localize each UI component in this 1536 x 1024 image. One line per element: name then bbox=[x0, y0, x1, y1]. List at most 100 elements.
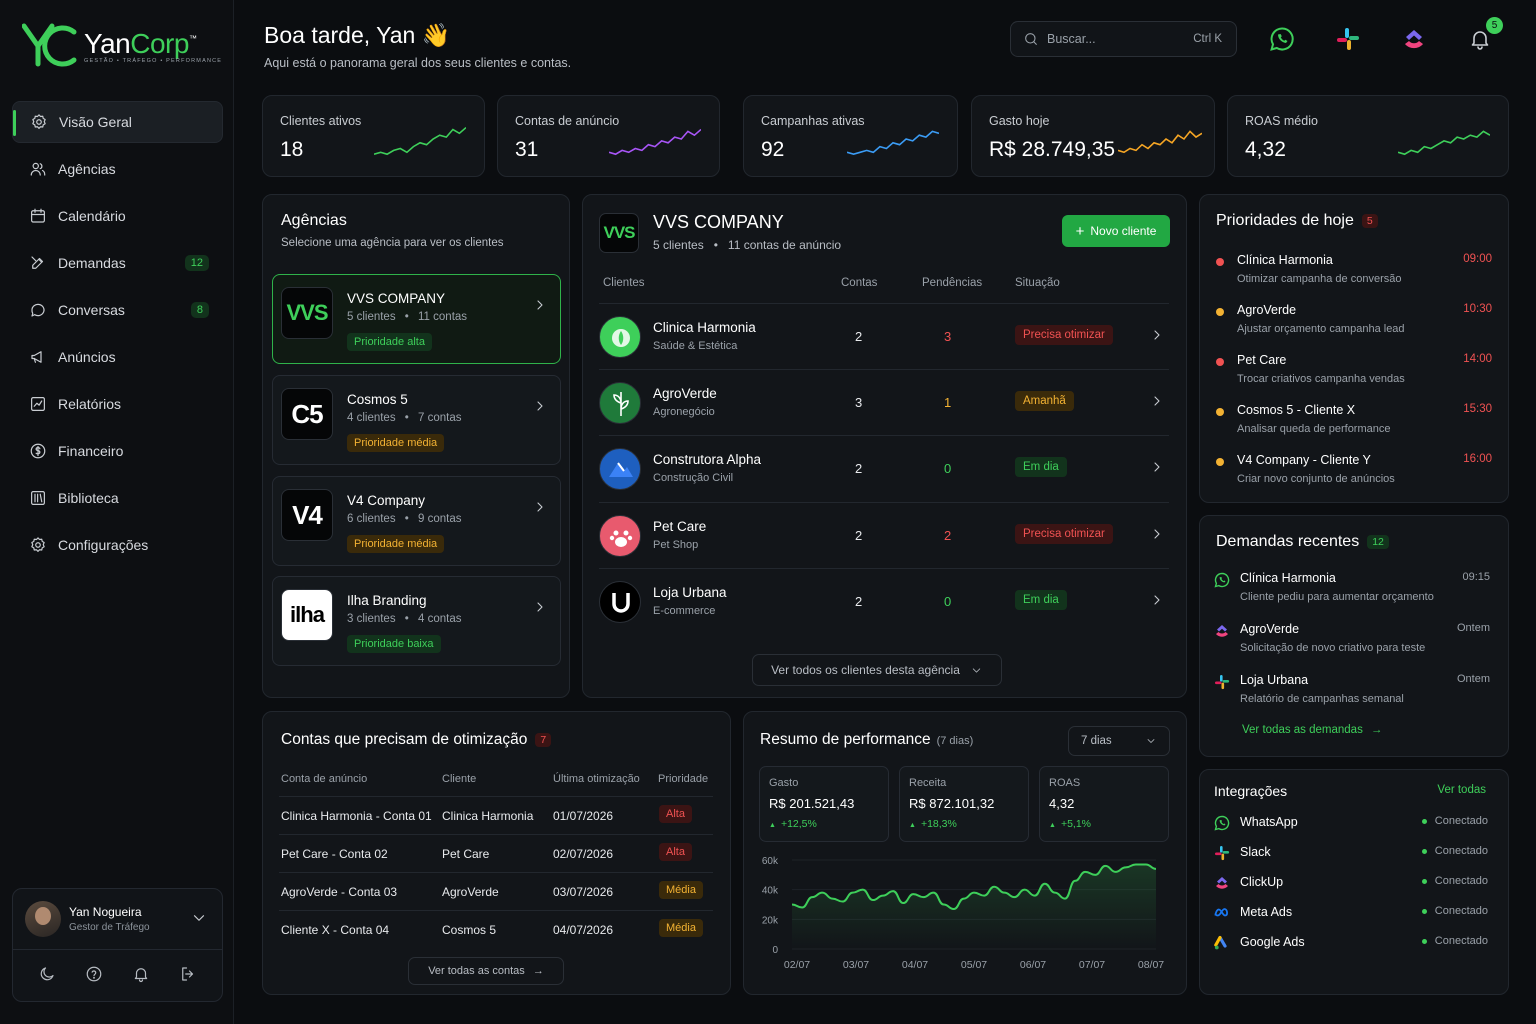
priority-item[interactable]: V4 Company - Cliente Y Criar novo conjunt… bbox=[1216, 453, 1492, 493]
chevron-right-icon[interactable] bbox=[1149, 393, 1165, 409]
integration-status: Conectado bbox=[1422, 845, 1488, 857]
avatar[interactable] bbox=[25, 901, 61, 937]
table-row[interactable]: Pet Care Pet Shop 2 2 Precisa otimizar bbox=[599, 502, 1169, 568]
clickup-icon bbox=[1216, 625, 1228, 637]
search-input[interactable] bbox=[1047, 32, 1177, 46]
kpi-card[interactable]: Gasto hoje R$ 28.749,35 bbox=[971, 95, 1215, 177]
agency-accounts-count: 11 contas de anúncio bbox=[727, 238, 842, 252]
demand-item[interactable]: Loja Urbana Relatório de campanhas semana… bbox=[1214, 672, 1490, 712]
integration-item[interactable]: Google Ads Conectado bbox=[1214, 933, 1490, 953]
sidebar-item-2[interactable]: Calendário bbox=[12, 195, 223, 237]
chevron-right-icon[interactable] bbox=[1149, 459, 1165, 475]
priority-badge: Prioridade média bbox=[347, 434, 445, 452]
agency-card[interactable]: VVS VVS COMPANY 5 clientes • 11 contas Prio… bbox=[272, 274, 561, 364]
bell-icon[interactable] bbox=[132, 965, 150, 983]
metric-card: ROAS 4,32 ▲ +5,1% bbox=[1039, 766, 1169, 842]
client-pending: 2 bbox=[944, 528, 952, 543]
sidebar-badge: 12 bbox=[184, 255, 209, 271]
agency-clients: 5 clientes bbox=[347, 311, 396, 323]
agency-clients: 4 clientes bbox=[347, 412, 396, 424]
y-tick-label: 40k bbox=[762, 886, 779, 897]
chevron-right-icon[interactable] bbox=[1149, 526, 1165, 542]
sidebar-item-0[interactable]: Visão Geral bbox=[12, 101, 223, 143]
moon-icon[interactable] bbox=[38, 965, 56, 983]
agencies-title: Agências bbox=[281, 212, 347, 229]
kpi-card[interactable]: Campanhas ativas 92 bbox=[743, 95, 958, 177]
view-all-clients-button[interactable]: Ver todos os clientes desta agência bbox=[752, 654, 1002, 686]
agency-card[interactable]: ilha Ilha Branding 3 clientes • 4 contas Pr… bbox=[272, 576, 561, 666]
table-row[interactable]: AgroVerde Agronegócio 3 1 Amanhã bbox=[599, 369, 1169, 435]
priority-desc: Trocar criativos campanha vendas bbox=[1237, 373, 1405, 385]
agency-card[interactable]: C5 Cosmos 5 4 clientes • 7 contas Prioridad… bbox=[272, 375, 561, 465]
search-box[interactable]: Ctrl K bbox=[1010, 21, 1237, 57]
table-row[interactable]: Construtora Alpha Construção Civil 2 0 Em di… bbox=[599, 435, 1169, 501]
logout-icon[interactable] bbox=[179, 965, 197, 983]
agency-name: V4 Company bbox=[347, 493, 426, 508]
table-row[interactable]: AgroVerde - Conta 03 AgroVerde 03/07/2026 M… bbox=[279, 872, 713, 910]
metric-label: ROAS bbox=[1049, 777, 1081, 789]
sidebar-item-1[interactable]: Agências bbox=[12, 148, 223, 190]
megaphone-icon bbox=[28, 348, 48, 366]
chevron-down-icon[interactable] bbox=[190, 909, 208, 927]
kpi-card[interactable]: Contas de anúncio 31 bbox=[497, 95, 720, 177]
chevron-right-icon[interactable] bbox=[1149, 327, 1165, 343]
whatsapp-icon[interactable] bbox=[1269, 26, 1295, 52]
priority-item[interactable]: Clínica Harmonia Otimizar campanha de con… bbox=[1216, 253, 1492, 293]
kpi-card[interactable]: Clientes ativos 18 bbox=[262, 95, 485, 177]
sidebar-item-3[interactable]: Demandas 12 bbox=[12, 242, 223, 284]
demand-item[interactable]: Clínica Harmonia Cliente pediu para aumen… bbox=[1214, 570, 1490, 610]
dollar-icon bbox=[28, 442, 48, 460]
view-all-accounts-button[interactable]: Ver todas as contas → bbox=[408, 957, 564, 985]
col-accounts: Contas bbox=[841, 277, 878, 289]
agency-card[interactable]: V4 V4 Company 6 clientes • 9 contas Priorid… bbox=[272, 476, 561, 566]
table-row[interactable]: Loja Urbana E-commerce 2 0 Em dia bbox=[599, 568, 1169, 634]
chevron-right-icon[interactable] bbox=[1149, 592, 1165, 608]
priority-dot bbox=[1216, 458, 1224, 466]
table-row[interactable]: Pet Care - Conta 02 Pet Care 02/07/2026 Alt… bbox=[279, 834, 713, 872]
table-row[interactable]: Clinica Harmonia Saúde & Estética 2 3 Precis… bbox=[599, 303, 1169, 369]
logo[interactable]: YanCorp™ GESTÃO • TRÁFEGO • PERFORMANCE bbox=[22, 22, 222, 70]
priority-time: 16:00 bbox=[1463, 453, 1492, 465]
agency-title: VVS COMPANY bbox=[653, 212, 784, 232]
table-row[interactable]: Clinica Harmonia - Conta 01 Clinica Harmo… bbox=[279, 796, 713, 834]
integration-item[interactable]: Slack Conectado bbox=[1214, 843, 1490, 863]
integrations-view-all-link[interactable]: Ver todas bbox=[1437, 784, 1486, 796]
clickup-icon[interactable] bbox=[1401, 26, 1427, 52]
x-tick-label: 03/07 bbox=[843, 959, 869, 971]
client-accounts: 2 bbox=[855, 329, 863, 344]
priority-item[interactable]: AgroVerde Ajustar orçamento campanha lead… bbox=[1216, 303, 1492, 343]
account-name: Pet Care - Conta 02 bbox=[281, 847, 388, 861]
sidebar-item-4[interactable]: Conversas 8 bbox=[12, 289, 223, 331]
kpi-value: 18 bbox=[280, 138, 304, 161]
help-icon[interactable] bbox=[85, 965, 103, 983]
integration-item[interactable]: ClickUp Conectado bbox=[1214, 873, 1490, 893]
integration-item[interactable]: WhatsApp Conectado bbox=[1214, 813, 1490, 833]
priority-item[interactable]: Cosmos 5 - Cliente X Analisar queda de pe… bbox=[1216, 403, 1492, 443]
integration-item[interactable]: Meta Ads Conectado bbox=[1214, 903, 1490, 923]
new-client-button[interactable]: + Novo cliente bbox=[1062, 215, 1170, 247]
priority-item[interactable]: Pet Care Trocar criativos campanha vendas… bbox=[1216, 353, 1492, 393]
period-select[interactable]: 7 dias bbox=[1068, 726, 1170, 756]
slack-icon[interactable] bbox=[1335, 26, 1361, 52]
x-tick-label: 06/07 bbox=[1020, 959, 1046, 971]
kpi-sparkline bbox=[1398, 130, 1490, 156]
account-date: 03/07/2026 bbox=[553, 885, 614, 899]
kpi-card[interactable]: ROAS médio 4,32 bbox=[1227, 95, 1509, 177]
metric-label: Receita bbox=[909, 777, 947, 789]
sidebar-item-8[interactable]: Biblioteca bbox=[12, 477, 223, 519]
priority-dot bbox=[1216, 358, 1224, 366]
sidebar-item-7[interactable]: Financeiro bbox=[12, 430, 223, 472]
integration-status: Conectado bbox=[1422, 815, 1488, 827]
kpi-label: Gasto hoje bbox=[989, 114, 1050, 128]
agency-logo: C5 bbox=[281, 388, 333, 440]
sidebar-item-6[interactable]: Relatórios bbox=[12, 383, 223, 425]
view-all-demands-link[interactable]: Ver todas as demandas → bbox=[1242, 724, 1382, 736]
demand-item[interactable]: AgroVerde Solicitação de novo criativo pa… bbox=[1214, 621, 1490, 661]
metric-card: Gasto R$ 201.521,43 ▲ +12,5% bbox=[759, 766, 889, 842]
agency-logo: ilha bbox=[281, 589, 333, 641]
agency-name: Cosmos 5 bbox=[347, 392, 408, 407]
sidebar-item-9[interactable]: Configurações bbox=[12, 524, 223, 566]
sidebar-item-5[interactable]: Anúncios bbox=[12, 336, 223, 378]
sidebar-item-label: Anúncios bbox=[58, 349, 116, 365]
table-row[interactable]: Cliente X - Conta 04 Cosmos 5 04/07/2026 Mé… bbox=[279, 910, 713, 948]
